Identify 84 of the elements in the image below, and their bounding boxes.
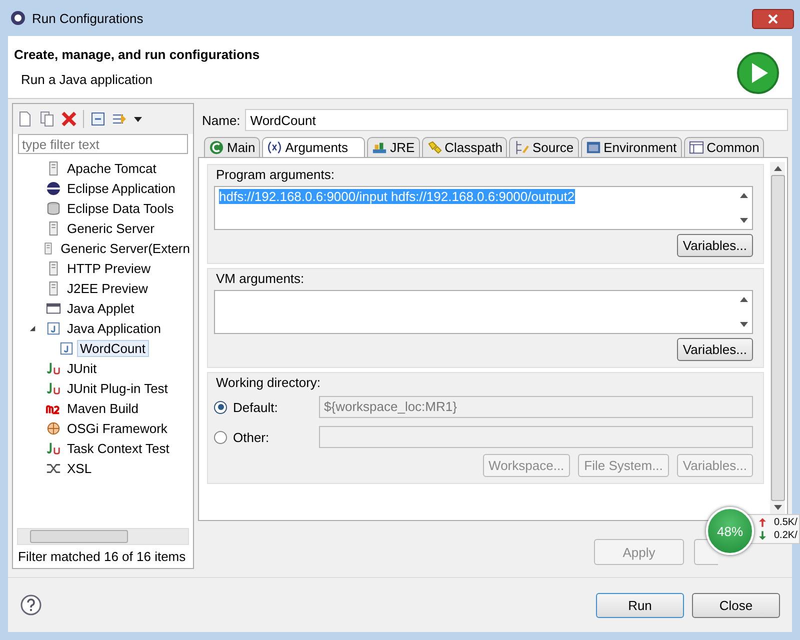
help-icon[interactable] <box>20 594 42 616</box>
filter-icon[interactable] <box>112 111 128 127</box>
junit-icon <box>46 380 61 396</box>
run-icon <box>736 51 780 95</box>
header-title: Create, manage, and run configurations <box>14 47 260 62</box>
tab[interactable]: Environment <box>580 137 682 157</box>
configuration-type-item[interactable]: Apache Tomcat <box>64 160 160 176</box>
upload-speed: 0.5K/ <box>774 517 798 528</box>
group-label: Program arguments: <box>215 167 336 182</box>
tab[interactable]: Common <box>684 137 764 157</box>
radio-label[interactable]: Default: <box>233 400 313 414</box>
osgi-icon <box>46 420 61 436</box>
variable-icon <box>267 140 282 155</box>
horizontal-scrollbar[interactable] <box>17 528 189 545</box>
globe-icon <box>46 180 61 196</box>
configuration-type-item[interactable]: OSGi Framework <box>64 420 170 436</box>
configuration-type-item[interactable]: JUnit Plug-in Test <box>64 380 171 396</box>
scroll-up-icon[interactable] <box>774 166 782 171</box>
collapse-icon[interactable] <box>90 111 106 127</box>
radio-button[interactable] <box>214 400 227 414</box>
filter-status: Filter matched 16 of 16 items <box>17 548 187 566</box>
tab[interactable]: JRE <box>367 137 420 157</box>
junit-icon <box>46 360 61 376</box>
scroll-down-icon[interactable] <box>774 505 782 510</box>
variables-button[interactable]: Variables... <box>676 338 753 361</box>
group-label: VM arguments: <box>215 271 306 286</box>
run-circle-icon <box>209 140 224 155</box>
download-arrow-icon <box>759 531 766 540</box>
java-file-icon <box>59 340 74 356</box>
configuration-type-item[interactable]: Eclipse Application <box>64 180 178 196</box>
applet-icon <box>46 300 61 316</box>
scroll-up-icon[interactable] <box>740 193 748 198</box>
jar-icon <box>426 140 442 155</box>
variables-button[interactable]: Variables... <box>676 234 753 257</box>
configuration-type-item[interactable]: HTTP Preview <box>64 260 154 276</box>
monitor-icon <box>586 140 601 155</box>
books-icon <box>372 140 388 155</box>
tab[interactable]: Arguments <box>262 137 366 157</box>
app-icon <box>10 10 26 26</box>
configuration-type-item[interactable]: Generic Server <box>64 220 158 236</box>
tab[interactable]: Main <box>204 137 260 157</box>
configuration-type-item[interactable]: Maven Build <box>64 400 142 416</box>
configuration-type-item[interactable]: Eclipse Data Tools <box>64 200 177 216</box>
radio-label[interactable]: Other: <box>233 430 313 444</box>
configuration-type-item[interactable]: Task Context Test <box>64 440 172 456</box>
directory-field[interactable]: ${workspace_loc:MR1} <box>319 396 753 418</box>
name-label: Name: <box>202 112 240 128</box>
tab[interactable]: Source <box>509 137 579 157</box>
pencil-icon <box>514 140 530 155</box>
close-button[interactable] <box>752 9 794 29</box>
filter-field[interactable]: type filter text <box>18 134 188 154</box>
configuration-item[interactable]: WordCount <box>77 340 149 356</box>
japp-icon <box>46 320 61 336</box>
db-icon <box>46 200 61 216</box>
vertical-scrollbar[interactable] <box>770 162 785 514</box>
delete-icon[interactable] <box>61 111 77 127</box>
scroll-up-icon[interactable] <box>740 297 748 302</box>
dropdown-icon[interactable] <box>134 116 142 122</box>
name-field[interactable]: WordCount <box>245 109 788 131</box>
new-icon[interactable] <box>17 111 33 127</box>
header-subtitle: Run a Java application <box>20 72 154 87</box>
window-title: Run Configurations <box>32 10 144 26</box>
close-icon <box>768 14 778 24</box>
scroll-down-icon[interactable] <box>740 218 748 223</box>
junit-icon <box>46 440 61 456</box>
duplicate-icon[interactable] <box>39 111 55 127</box>
directory-field[interactable] <box>319 426 753 448</box>
tab[interactable]: Classpath <box>422 137 508 157</box>
vm-arguments-field[interactable] <box>214 290 753 334</box>
configuration-type-item[interactable]: J2EE Preview <box>64 280 151 296</box>
table-icon <box>688 140 704 155</box>
configuration-type-item[interactable]: Java Applet <box>64 300 138 316</box>
close-dialog-button[interactable]: Close <box>692 592 780 618</box>
configuration-type-item[interactable]: Generic Server(Extern <box>58 240 193 256</box>
configuration-type-item[interactable]: JUnit <box>64 360 100 376</box>
configuration-type-item[interactable]: XSL <box>64 460 95 476</box>
upload-arrow-icon <box>759 518 766 527</box>
scroll-down-icon[interactable] <box>740 322 748 327</box>
configuration-type-item[interactable]: Java Application <box>64 320 164 336</box>
group-label: Working directory: <box>215 375 322 390</box>
expand-arrow-icon[interactable] <box>28 324 36 332</box>
radio-button[interactable] <box>214 430 227 444</box>
run-button[interactable]: Run <box>596 592 684 618</box>
download-speed: 0.2K/ <box>774 530 798 541</box>
